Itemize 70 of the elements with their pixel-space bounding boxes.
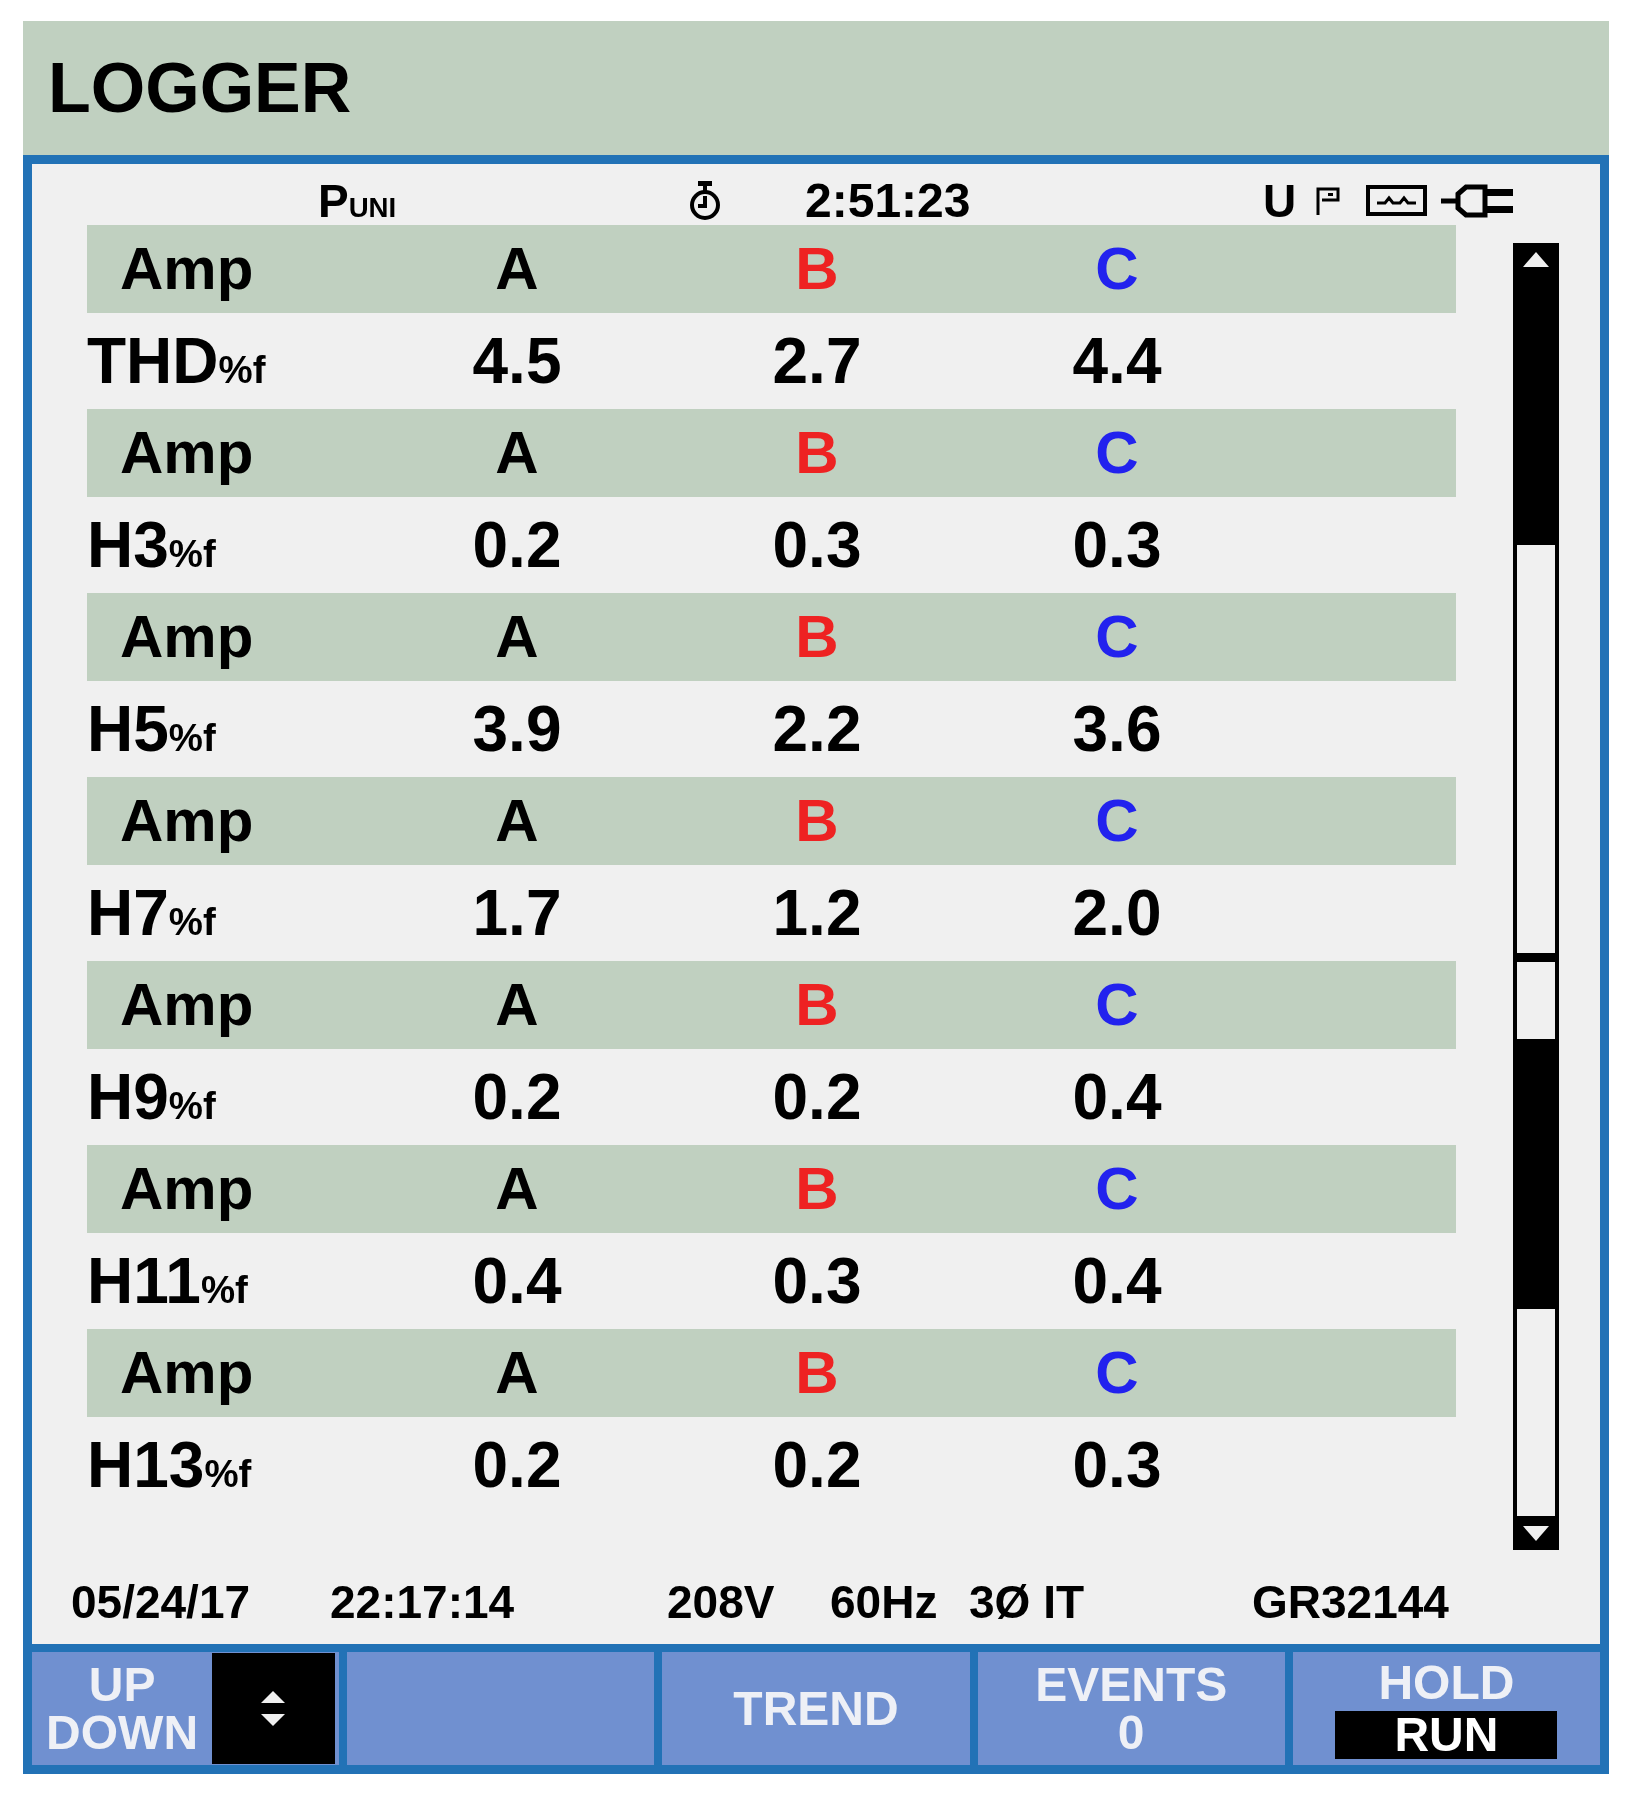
- measurement-value: 1.7: [472, 881, 562, 945]
- phase-label: B: [795, 1343, 839, 1403]
- unit-label: Amp: [119, 975, 254, 1035]
- toggle-option[interactable]: HOLD: [1335, 1658, 1558, 1707]
- phase-label: A: [495, 1159, 539, 1219]
- phase-label: C: [1095, 975, 1139, 1035]
- phase-label: C: [1095, 791, 1139, 851]
- measurement-value: 0.2: [472, 513, 562, 577]
- phase-label: A: [495, 423, 539, 483]
- measurement-value: 0.2: [772, 1065, 862, 1129]
- phase-label: B: [795, 607, 839, 667]
- unit-label: Amp: [119, 791, 254, 851]
- device-id: GR32144: [1252, 1579, 1449, 1625]
- unit-label: Amp: [119, 1159, 254, 1219]
- phase-label: A: [495, 975, 539, 1035]
- phase-label: A: [495, 1343, 539, 1403]
- measurement-value: 2.0: [1072, 881, 1162, 945]
- phase-label: C: [1095, 607, 1139, 667]
- measurement-value: 4.4: [1072, 329, 1162, 393]
- measurement-value: 0.4: [1072, 1065, 1162, 1129]
- elapsed-time: 2:51:23: [805, 176, 971, 225]
- phase-label: A: [495, 607, 539, 667]
- stopwatch-icon: [687, 180, 723, 221]
- measurement-value: 0.4: [472, 1249, 562, 1313]
- phase-label: C: [1095, 1159, 1139, 1219]
- scrollbar[interactable]: [1513, 243, 1559, 1550]
- measurement-value: 1.2: [772, 881, 862, 945]
- phase-label: C: [1095, 423, 1139, 483]
- unit-label: Amp: [119, 239, 254, 299]
- phase-label: B: [795, 423, 839, 483]
- phase-label: A: [495, 791, 539, 851]
- phase-label: B: [795, 239, 839, 299]
- wiring-config: 3Ø IT: [969, 1579, 1085, 1625]
- measurement-value: 0.3: [772, 1249, 862, 1313]
- up-down-arrows-icon: [212, 1653, 336, 1764]
- nominal-frequency: 60Hz: [830, 1579, 938, 1625]
- softkey-button[interactable]: UP DOWN: [32, 1652, 340, 1765]
- tape-icon: [1366, 185, 1427, 216]
- measurement-value: 0.3: [1072, 513, 1162, 577]
- measurement-value: 0.2: [472, 1065, 562, 1129]
- measurement-value: 0.3: [772, 513, 862, 577]
- measurement-value: 0.2: [772, 1433, 862, 1497]
- softkey-button[interactable]: HOLD RUN: [1292, 1652, 1600, 1765]
- screen-title: LOGGER: [48, 53, 352, 123]
- unit-label: Amp: [119, 423, 254, 483]
- time-text: 22:17:14: [330, 1579, 515, 1625]
- plug-icon: [1441, 182, 1513, 219]
- phase-label: A: [495, 239, 539, 299]
- toggle-option[interactable]: RUN: [1335, 1710, 1558, 1759]
- measurement-value: 3.6: [1072, 697, 1162, 761]
- softkey-button[interactable]: EVENTS 0: [977, 1652, 1285, 1765]
- phase-label: C: [1095, 239, 1139, 299]
- softkey-button[interactable]: TREND: [662, 1652, 970, 1765]
- measurement-value: 0.3: [1072, 1433, 1162, 1497]
- phase-label: B: [795, 1159, 839, 1219]
- phase-label: B: [795, 791, 839, 851]
- measurement-value: 2.2: [772, 697, 862, 761]
- phase-label: C: [1095, 1343, 1139, 1403]
- measurement-value: 0.4: [1072, 1249, 1162, 1313]
- unit-label: Amp: [119, 607, 254, 667]
- nominal-voltage: 208V: [667, 1579, 775, 1625]
- measurement-value: 4.5: [472, 329, 562, 393]
- date-text: 05/24/17: [71, 1579, 251, 1625]
- unit-label: Amp: [119, 1343, 254, 1403]
- flag-icon: [1314, 186, 1343, 215]
- mode-indicator: U: [1263, 177, 1297, 224]
- measurement-value: 3.9: [472, 697, 562, 761]
- phase-label: B: [795, 975, 839, 1035]
- measurement-value: 0.2: [472, 1433, 562, 1497]
- measurement-value: 2.7: [772, 329, 862, 393]
